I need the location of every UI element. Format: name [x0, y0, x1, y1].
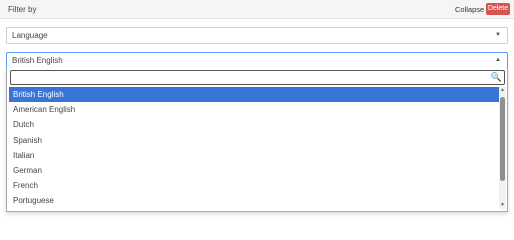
- scroll-up-arrow-icon[interactable]: ▲: [499, 87, 506, 94]
- chevron-up-icon: ▲: [495, 57, 501, 63]
- language-variant-select-value: British English: [12, 56, 63, 65]
- language-variant-select[interactable]: British English ▲: [6, 52, 508, 69]
- collapse-button[interactable]: Collapse: [455, 4, 484, 15]
- dropdown-option[interactable]: Portuguese: [9, 193, 501, 208]
- dropdown-scrollbar[interactable]: ▲ ▼: [499, 87, 506, 209]
- scrollbar-thumb[interactable]: [500, 97, 505, 181]
- dropdown-option[interactable]: American English: [9, 102, 501, 117]
- scroll-down-arrow-icon[interactable]: ▼: [499, 202, 506, 209]
- chevron-down-icon: ▼: [495, 32, 501, 38]
- dropdown-option[interactable]: British English: [9, 87, 501, 103]
- dropdown-options-list: British English American English Dutch Span…: [9, 87, 501, 209]
- dropdown-option[interactable]: Spanish: [9, 133, 501, 148]
- language-select[interactable]: Language ▼: [6, 27, 508, 44]
- dropdown-option[interactable]: French: [9, 178, 501, 193]
- dropdown-search: 🔍: [10, 70, 505, 85]
- dropdown-option[interactable]: Italian: [9, 148, 501, 163]
- delete-button[interactable]: Delete: [486, 3, 510, 15]
- dropdown-search-input[interactable]: [10, 70, 505, 85]
- language-variant-dropdown: 🔍 British English American English Dutch Sp…: [6, 68, 508, 212]
- filter-panel-header: Filter by Collapse Delete: [0, 0, 514, 19]
- language-select-value: Language: [12, 31, 48, 40]
- search-icon: 🔍: [490, 72, 502, 82]
- dropdown-option[interactable]: Dutch: [9, 117, 501, 132]
- dropdown-option[interactable]: German: [9, 163, 501, 178]
- filter-title: Filter by: [8, 5, 37, 14]
